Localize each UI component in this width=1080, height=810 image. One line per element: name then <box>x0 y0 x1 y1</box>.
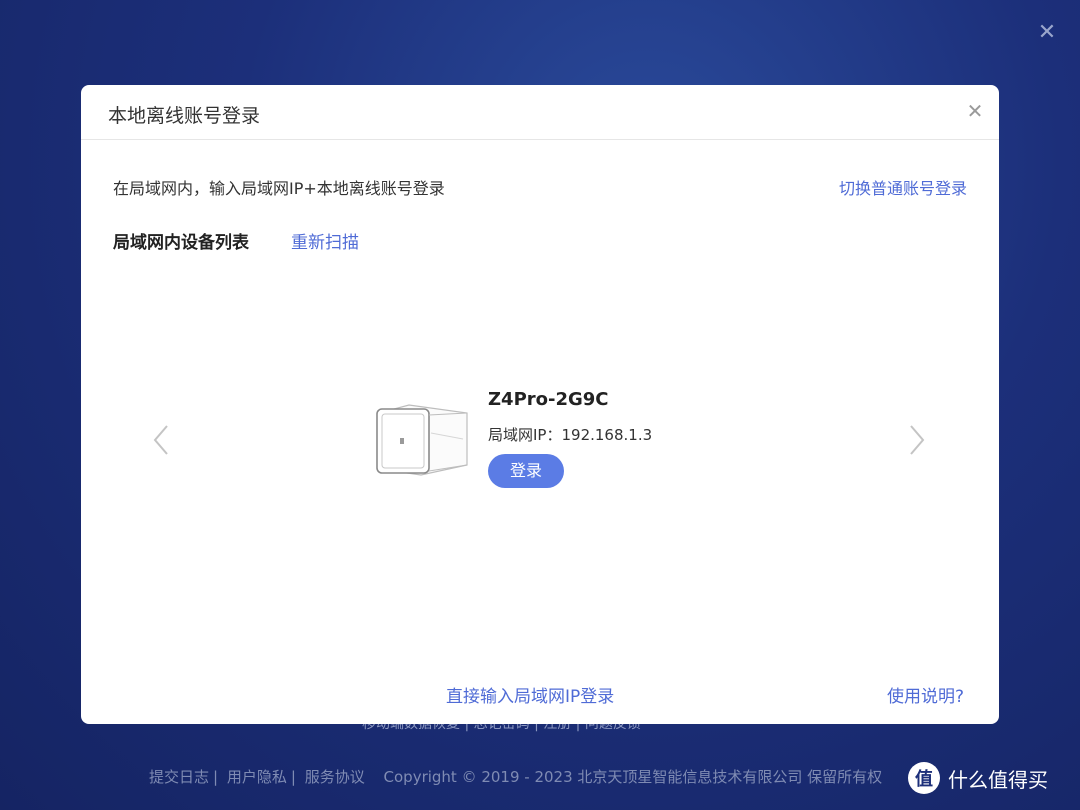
footer-privacy-link[interactable]: 用户隐私 <box>227 768 287 786</box>
direct-ip-login-link[interactable]: 直接输入局域网IP登录 <box>446 682 614 707</box>
dialog-title: 本地离线账号登录 <box>108 105 261 127</box>
watermark: 值 什么值得买 <box>908 762 1048 794</box>
dialog-description: 在局域网内，输入局域网IP+本地离线账号登录 <box>113 179 445 198</box>
chevron-left-icon[interactable] <box>149 423 173 457</box>
background-close-icon[interactable]: ✕ <box>1036 22 1058 44</box>
dialog-header: 本地离线账号登录 ✕ <box>81 85 999 140</box>
help-link[interactable]: 使用说明? <box>887 682 964 707</box>
device-login-button[interactable]: 登录 <box>488 454 564 488</box>
footer: 提交日志 | 用户隐私 | 服务协议 Copyright © 2019 - 2023… <box>149 768 883 786</box>
device-name: Z4Pro-2G9C <box>488 389 609 410</box>
login-dialog: 本地离线账号登录 ✕ 在局域网内，输入局域网IP+本地离线账号登录 切换普通账号… <box>81 85 999 724</box>
footer-service-link[interactable]: 服务协议 <box>305 768 365 786</box>
device-ip-label: 局域网IP： <box>488 426 562 444</box>
rescan-link[interactable]: 重新扫描 <box>291 228 359 253</box>
nas-device-icon <box>371 403 471 479</box>
footer-log-link[interactable]: 提交日志 <box>149 768 209 786</box>
watermark-text: 什么值得买 <box>948 767 1048 792</box>
device-ip: 局域网IP：192.168.1.3 <box>488 424 652 445</box>
chevron-right-icon[interactable] <box>905 423 929 457</box>
device-list-title: 局域网内设备列表 <box>113 233 249 253</box>
footer-copyright: Copyright © 2019 - 2023 北京天顶星智能信息技术有限公司 … <box>383 768 883 786</box>
watermark-logo: 值 <box>908 762 940 794</box>
close-icon[interactable]: ✕ <box>965 101 985 121</box>
device-ip-value: 192.168.1.3 <box>561 426 653 444</box>
switch-account-link[interactable]: 切换普通账号登录 <box>839 175 967 199</box>
